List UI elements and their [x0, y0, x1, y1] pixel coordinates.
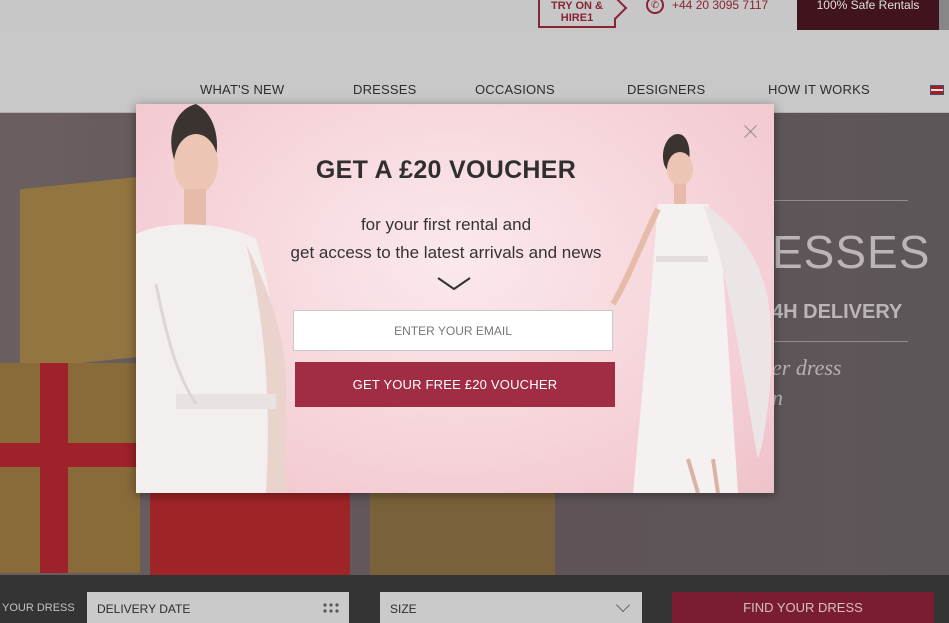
- modal-subtitle-line2: get access to the latest arrivals and ne…: [290, 243, 602, 262]
- email-input[interactable]: [293, 310, 613, 351]
- voucher-modal: GET A £20 VOUCHER for your first rental …: [136, 104, 774, 493]
- get-voucher-button[interactable]: GET YOUR FREE £20 VOUCHER: [295, 362, 615, 407]
- arrow-down-icon: [437, 277, 471, 291]
- close-icon[interactable]: [744, 124, 758, 138]
- modal-title: GET A £20 VOUCHER: [315, 156, 577, 184]
- modal-subtitle-line1: for your first rental and: [360, 215, 532, 234]
